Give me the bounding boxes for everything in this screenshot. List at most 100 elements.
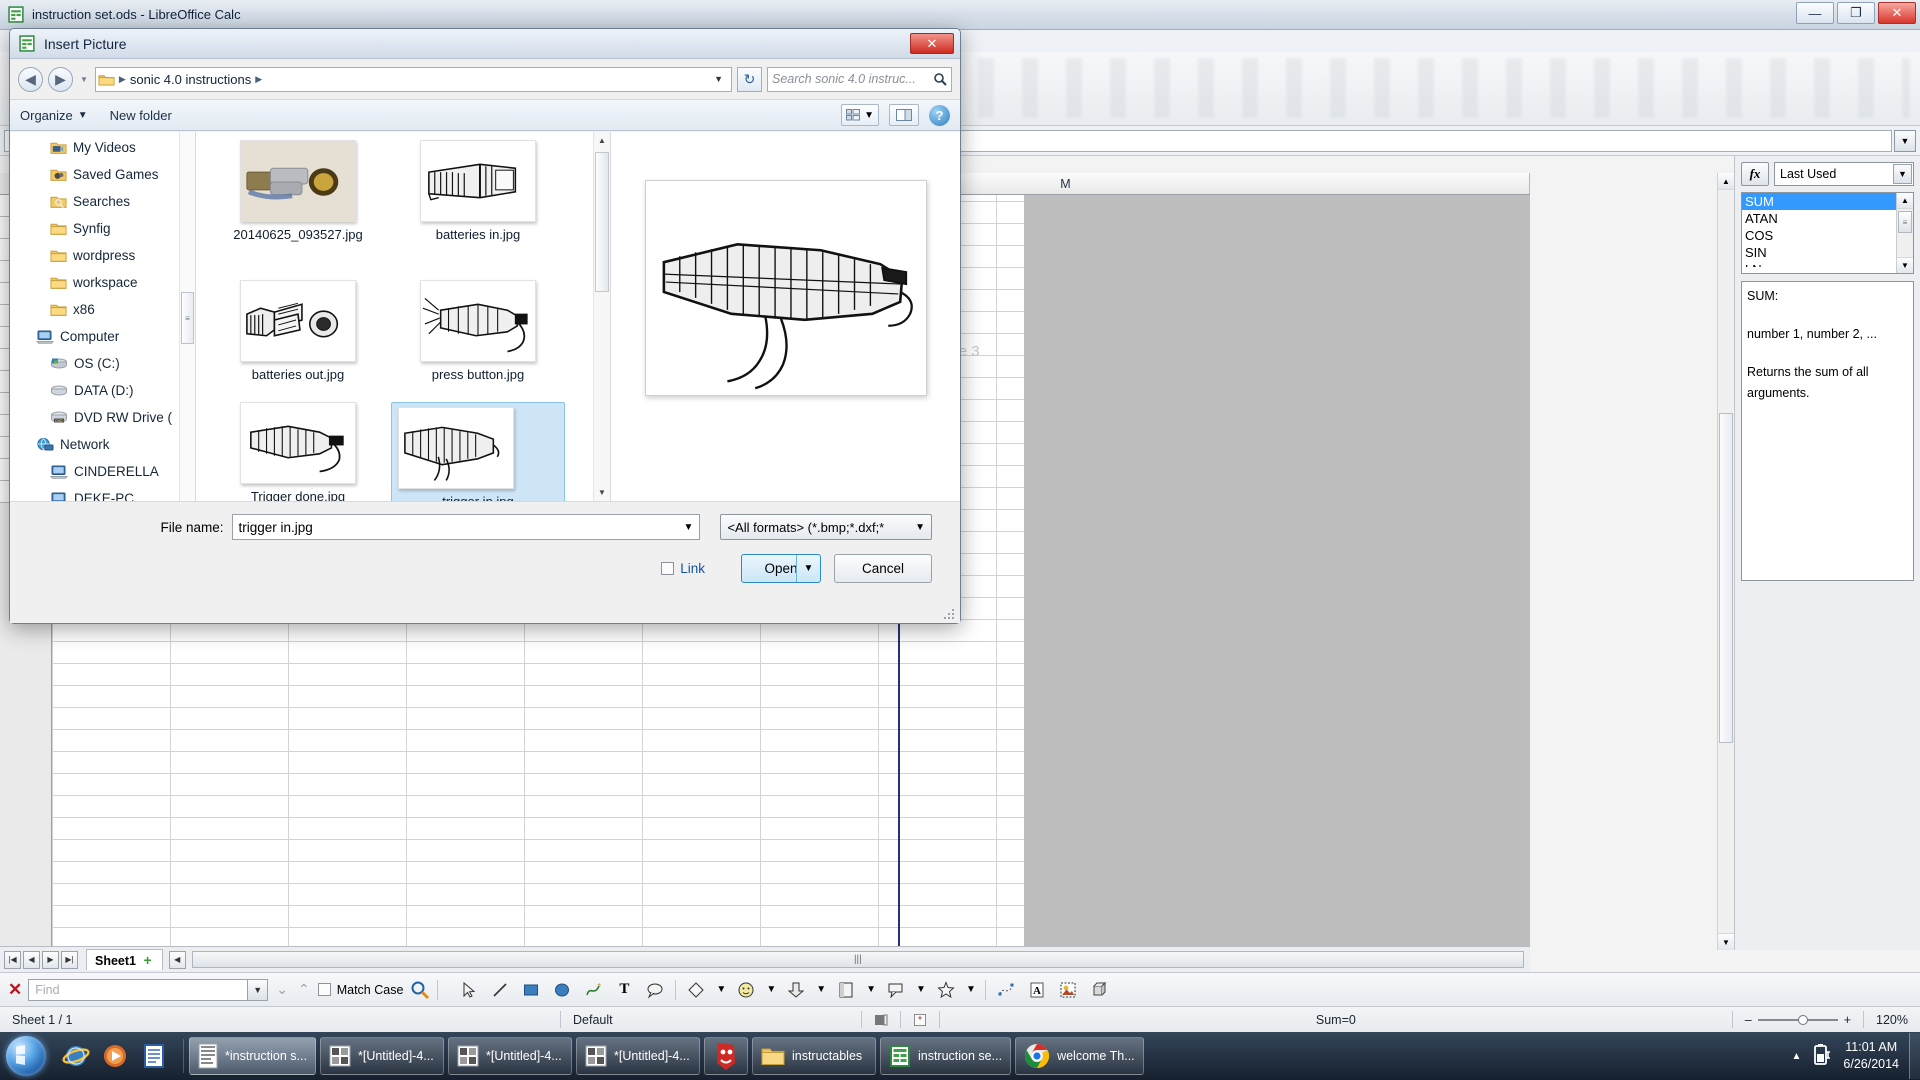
hscroll-left-arrow[interactable]: ◀ (168, 950, 186, 969)
navigation-pane-scrollbar[interactable]: ≡ (179, 132, 195, 501)
taskbar-item-untitled-1[interactable]: *[Untitled]-4... (319, 1037, 444, 1075)
file-thumbnail[interactable] (240, 280, 356, 362)
block-arrows-icon[interactable] (785, 979, 807, 1001)
show-desktop-button[interactable] (1909, 1033, 1920, 1079)
file-item-batteries-in[interactable]: batteries in.jpg (388, 140, 568, 280)
start-button[interactable] (0, 1033, 52, 1079)
nav-item-computer[interactable]: Computer (10, 323, 195, 350)
maximize-button[interactable]: ❐ (1837, 2, 1875, 24)
text-box-icon[interactable]: T (613, 979, 635, 1001)
basic-shapes-dropdown[interactable]: ▼ (716, 984, 726, 995)
organize-button[interactable]: Organize ▼ (20, 108, 88, 123)
nav-item-my-videos[interactable]: My Videos (10, 134, 195, 161)
address-bar[interactable]: ▶ sonic 4.0 instructions ▶ ▼ (94, 66, 732, 92)
file-thumbnail[interactable] (398, 407, 514, 489)
nav-item-wordpress[interactable]: wordpress (10, 242, 195, 269)
clock[interactable]: 11:01 AM 6/26/2014 (1843, 1039, 1899, 1073)
chevron-down-icon[interactable]: ▼ (247, 979, 268, 1000)
function-list-item-sin[interactable]: SIN (1742, 244, 1913, 261)
nav-item-cinderella[interactable]: CINDERELLA (10, 458, 195, 485)
open-dropdown-arrow[interactable]: ▼ (796, 555, 820, 582)
status-zoom-level[interactable]: 120% (1864, 1007, 1920, 1032)
sheet-tab-sheet1[interactable]: Sheet1 + (86, 949, 163, 970)
function-list-scrollbar[interactable]: ▲ ≡ ▼ (1896, 193, 1913, 273)
nav-item-os-c[interactable]: OS (C:) (10, 350, 195, 377)
nav-item-data-d[interactable]: DATA (D:) (10, 377, 195, 404)
open-button[interactable]: Open ▼ (741, 554, 821, 583)
stars-dropdown[interactable]: ▼ (966, 984, 976, 995)
file-thumbnail[interactable] (240, 402, 356, 484)
battery-charging-icon[interactable] (1811, 1043, 1833, 1070)
change-view-button[interactable]: ▼ (841, 104, 879, 126)
back-button[interactable]: ◀ (18, 66, 43, 92)
address-dropdown-icon[interactable]: ▼ (714, 74, 729, 84)
nav-item-network[interactable]: Network (10, 431, 195, 458)
stars-icon[interactable] (935, 979, 957, 1001)
resize-grip[interactable] (943, 607, 956, 620)
close-button[interactable]: ✕ (1878, 2, 1916, 24)
line-icon[interactable] (489, 979, 511, 1001)
block-arrows-dropdown[interactable]: ▼ (816, 984, 826, 995)
scroll-thumb[interactable] (1719, 413, 1733, 743)
callout-icon[interactable] (644, 979, 666, 1001)
symbol-shapes-dropdown[interactable]: ▼ (766, 984, 776, 995)
taskbar-item-instructables[interactable]: instructables (751, 1037, 876, 1075)
nav-item-x86[interactable]: x86 (10, 296, 195, 323)
extrusion-icon[interactable] (1088, 979, 1110, 1001)
symbol-shapes-icon[interactable] (735, 979, 757, 1001)
find-previous-icon[interactable]: ⌃ (296, 981, 312, 998)
navigation-scroll-thumb[interactable]: ≡ (181, 292, 194, 344)
function-list-item-atan[interactable]: ATAN (1742, 210, 1913, 227)
fontwork-icon[interactable]: A (1026, 979, 1048, 1001)
select-icon[interactable] (458, 979, 480, 1001)
function-list[interactable]: SUM ATAN COS SIN LN ▲ ≡ ▼ (1741, 192, 1914, 274)
zoom-slider[interactable]: – + (1733, 1007, 1863, 1032)
file-item-20140625[interactable]: 20140625_093527.jpg (208, 140, 388, 280)
nav-item-deke-pc[interactable]: DEKE-PC (10, 485, 195, 501)
taskbar-item-gimp[interactable] (703, 1037, 748, 1075)
file-type-select[interactable]: <All formats> (*.bmp;*.dxf;* ▼ (720, 514, 932, 540)
file-scroll-up[interactable]: ▲ (594, 132, 610, 149)
find-all-icon[interactable] (409, 979, 431, 1001)
taskbar-item-instruction-se[interactable]: instruction se... (879, 1037, 1012, 1075)
zoom-out-button[interactable]: – (1745, 1013, 1752, 1027)
function-scroll-down[interactable]: ▼ (1897, 257, 1913, 273)
nav-item-synfig[interactable]: Synfig (10, 215, 195, 242)
close-findbar-icon[interactable]: ✕ (8, 980, 22, 1000)
scroll-up-arrow[interactable]: ▲ (1718, 173, 1734, 190)
file-item-batteries-out[interactable]: batteries out.jpg (208, 280, 388, 402)
new-folder-button[interactable]: New folder (110, 108, 172, 123)
zoom-knob[interactable] (1797, 1014, 1808, 1025)
rectangle-icon[interactable] (520, 979, 542, 1001)
flowchart-icon[interactable] (835, 979, 857, 1001)
file-thumbnail[interactable] (240, 140, 356, 222)
file-scroll-thumb[interactable] (595, 152, 609, 292)
cancel-button[interactable]: Cancel (834, 554, 932, 583)
link-checkbox-group[interactable]: Link (661, 561, 705, 576)
chevron-down-icon[interactable]: ▼ (677, 515, 699, 539)
function-category-select[interactable]: Last Used ▼ (1774, 162, 1914, 186)
nav-item-saved-games[interactable]: Saved Games (10, 161, 195, 188)
nav-item-dvd-rw-drive[interactable]: DVD DVD RW Drive ( (10, 404, 195, 431)
file-name-input[interactable]: trigger in.jpg ▼ (231, 514, 701, 540)
taskbar-item-instruction-set[interactable]: *instruction s... (189, 1037, 316, 1075)
function-wizard-button[interactable]: fx (1741, 162, 1769, 186)
status-modified-icon[interactable]: * (901, 1007, 939, 1032)
taskbar-item-untitled-2[interactable]: *[Untitled]-4... (447, 1037, 572, 1075)
last-sheet-button[interactable]: ▶| (61, 950, 78, 969)
media-player-icon[interactable] (97, 1037, 133, 1075)
search-input[interactable]: Search sonic 4.0 instruc... (767, 66, 952, 92)
taskbar-item-welcome-chrome[interactable]: welcome Th... (1015, 1037, 1144, 1075)
sheet-vertical-scrollbar[interactable]: ▲ ▼ (1717, 173, 1734, 950)
function-list-item-cos[interactable]: COS (1742, 227, 1913, 244)
expand-formula-bar-button[interactable]: ▼ (1894, 129, 1916, 152)
file-scroll-down[interactable]: ▼ (594, 484, 610, 501)
basic-shapes-icon[interactable] (685, 979, 707, 1001)
sheet-horizontal-scrollbar[interactable]: ||| (191, 951, 1524, 968)
nav-item-searches[interactable]: Searches (10, 188, 195, 215)
previous-sheet-button[interactable]: ◀ (23, 950, 40, 969)
preview-pane-button[interactable] (889, 104, 919, 126)
link-checkbox[interactable] (661, 562, 675, 575)
nav-item-workspace[interactable]: workspace (10, 269, 195, 296)
function-list-item-sum[interactable]: SUM (1742, 193, 1913, 210)
